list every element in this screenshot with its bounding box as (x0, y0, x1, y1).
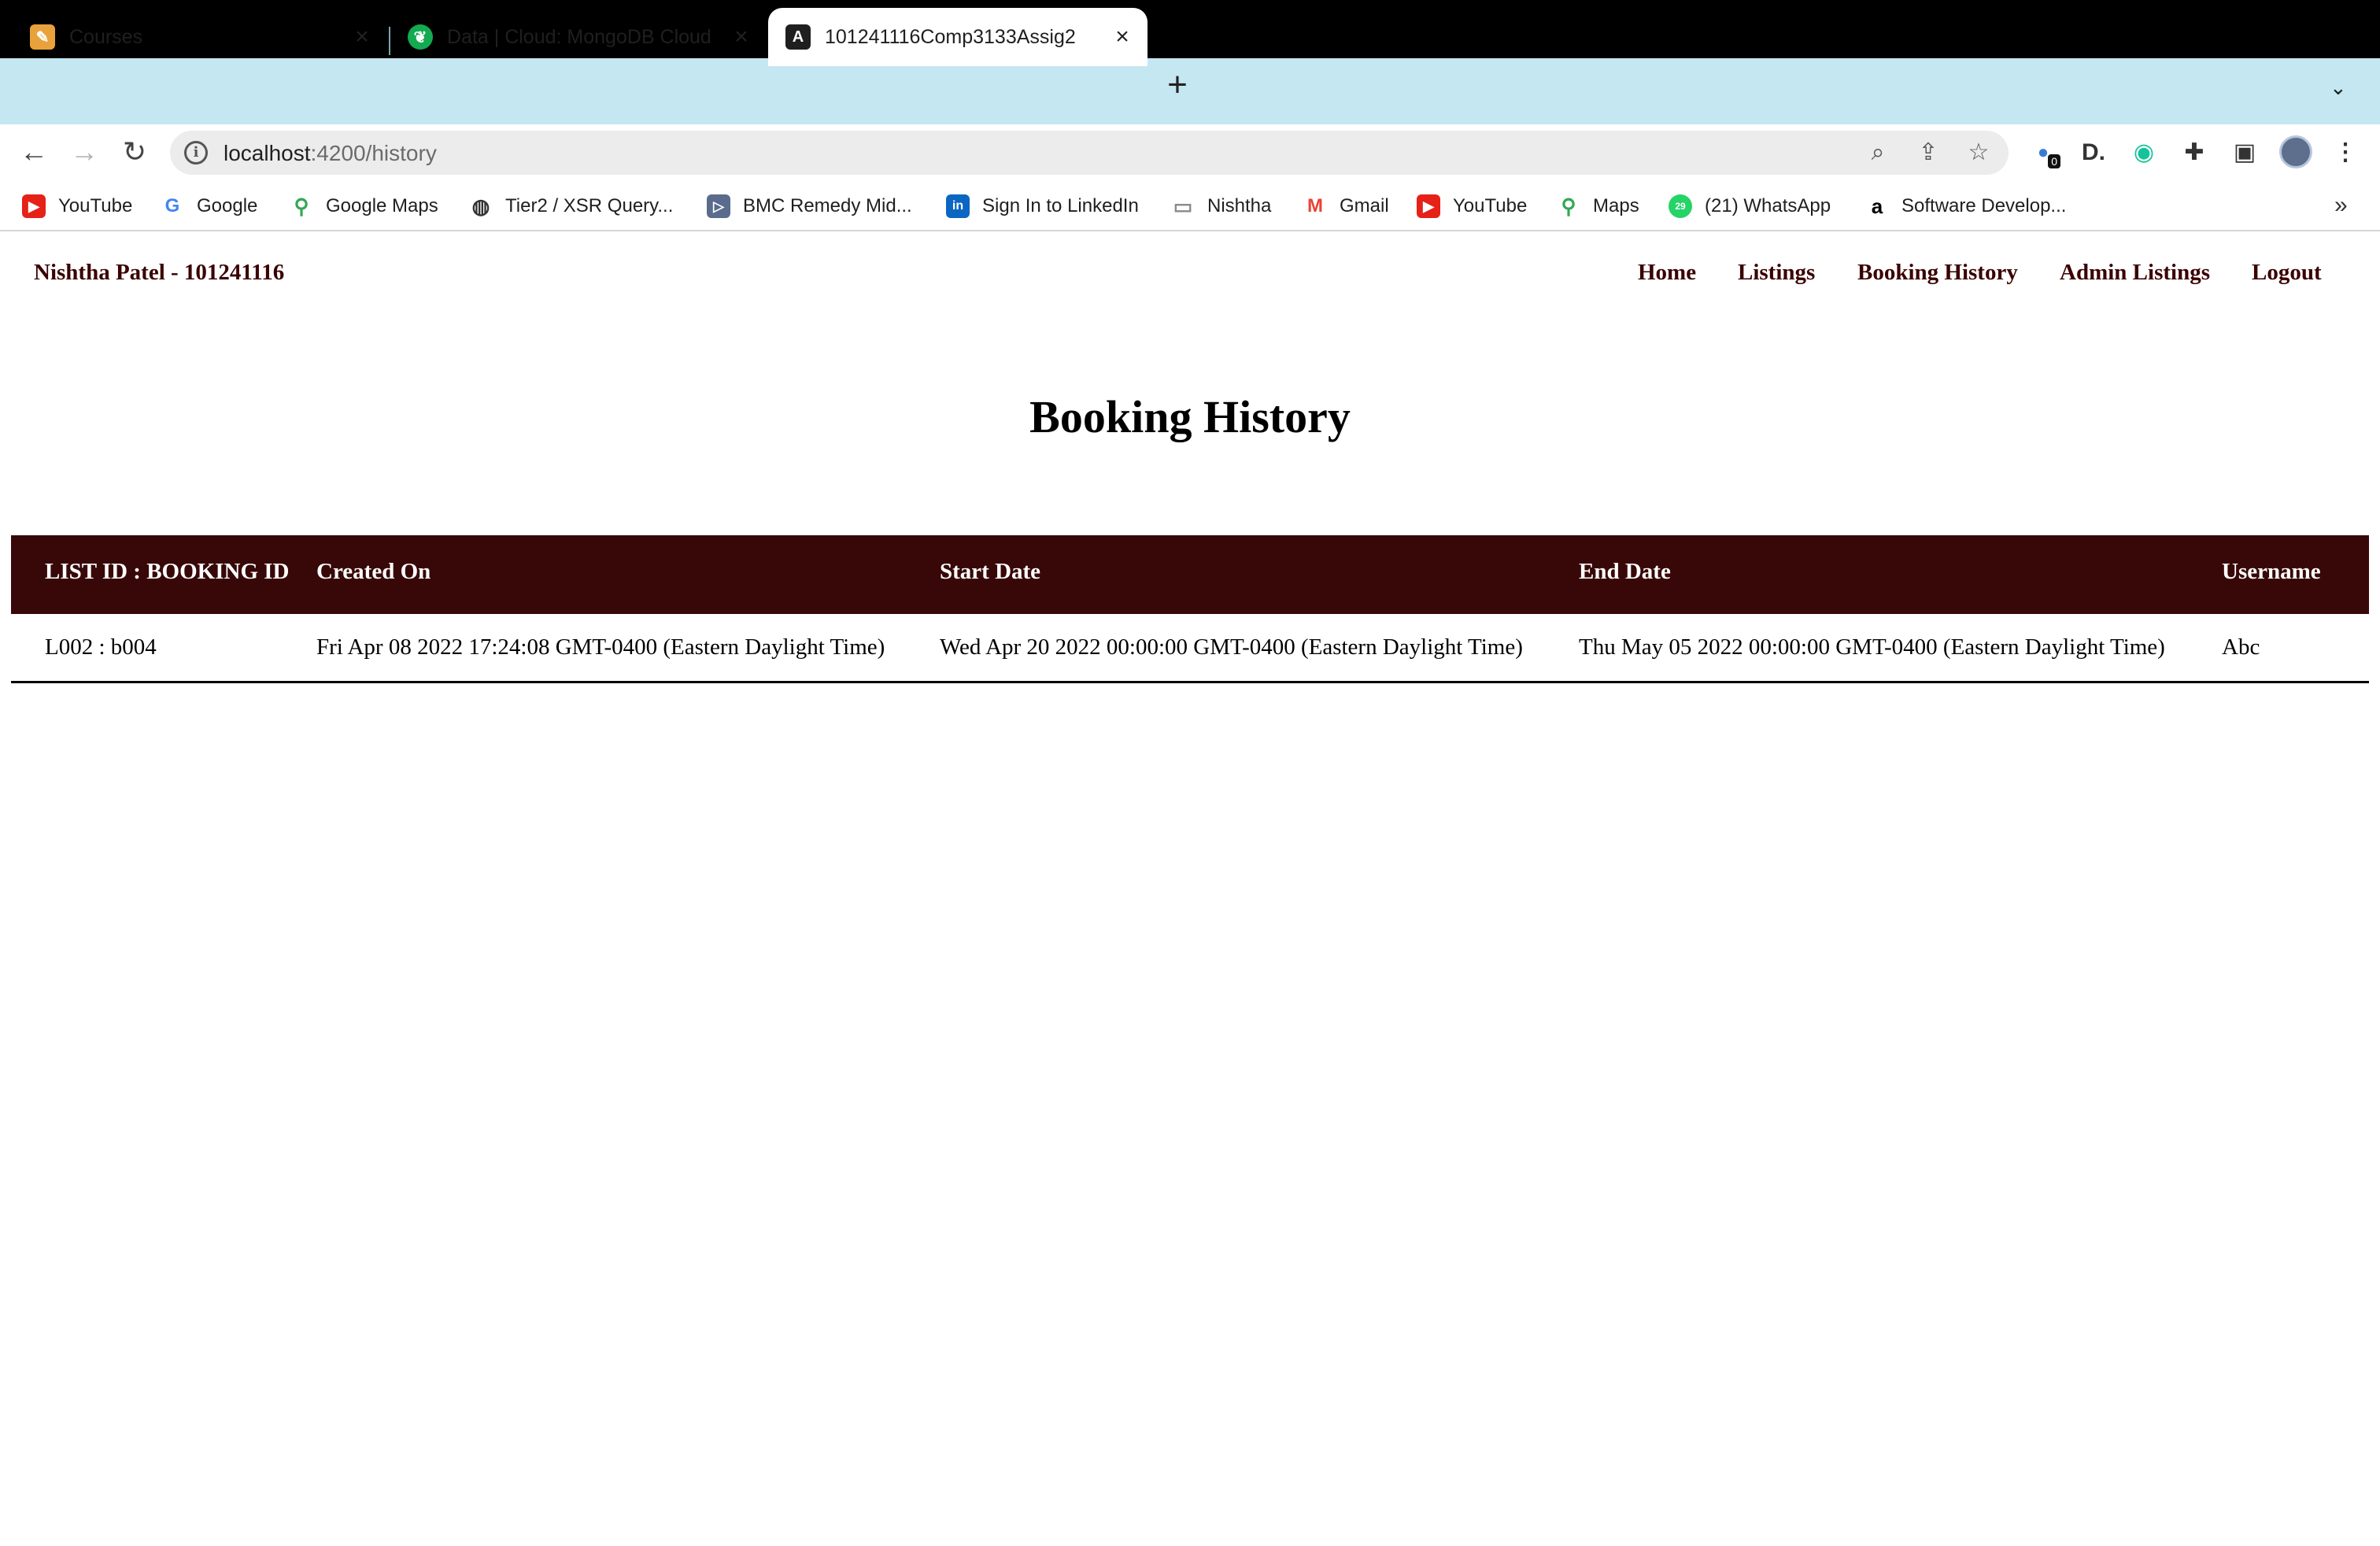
bookmark-label: Google Maps (326, 195, 438, 216)
nav-admin-listings[interactable]: Admin Listings (2060, 260, 2210, 286)
page-title: Booking History (1029, 391, 1351, 442)
bookmark-label: Software Develop... (1901, 195, 2067, 216)
address-bar[interactable]: i localhost:4200/history ⌕ ⇪ ☆ (170, 131, 2009, 175)
info-icon[interactable]: i (184, 141, 208, 165)
cell-username: Abc (2222, 634, 2260, 660)
maps-pin-icon: ⚲ (290, 194, 313, 218)
bookmark-google-maps[interactable]: ⚲ Google Maps (290, 192, 438, 220)
reload-button[interactable]: ↻ (115, 132, 154, 172)
web-page: Nishtha Patel - 101241116 Home Listings … (0, 233, 2380, 1546)
column-header-start-date: Start Date (940, 559, 1041, 584)
youtube-icon: ▶ (22, 194, 46, 218)
browser-toolbar: ← → ↻ i localhost:4200/history ⌕ ⇪ ☆ (0, 124, 2380, 181)
bookmark-linkedin[interactable]: in Sign In to LinkedIn (946, 192, 1139, 220)
url-text[interactable]: localhost:4200/history (224, 141, 437, 166)
nav-listings[interactable]: Listings (1738, 260, 1815, 286)
bookmark-label: Maps (1593, 195, 1639, 216)
forward-button[interactable]: → (65, 132, 104, 172)
url-path: :4200/history (310, 141, 437, 165)
extension-badge: 0 (2048, 154, 2060, 168)
column-header-username: Username (2222, 559, 2321, 584)
tab-title: 101241116Comp3133Assig2 (825, 25, 1076, 48)
column-header-created-on: Created On (316, 559, 431, 584)
bookmark-label: Nishtha (1207, 195, 1272, 216)
bookmark-whatsapp[interactable]: 29 (21) WhatsApp (1669, 192, 1831, 220)
cell-created-on: Fri Apr 08 2022 17:24:08 GMT-0400 (Easte… (316, 634, 885, 660)
tab-title: Courses (69, 25, 143, 48)
bookmark-label: YouTube (58, 195, 133, 216)
bookmark-label: Sign In to LinkedIn (982, 195, 1139, 216)
site-brand: Nishtha Patel - 101241116 (34, 260, 285, 285)
profile-avatar[interactable] (2279, 135, 2312, 168)
back-button[interactable]: ← (14, 132, 54, 172)
side-panel-icon[interactable]: ▣ (2229, 137, 2260, 168)
amazon-icon: a (1865, 194, 1889, 218)
grammarly-icon[interactable]: ◉ (2128, 137, 2160, 168)
tab-title: Data | Cloud: MongoDB Cloud (447, 25, 711, 48)
table-row: L002 : b004 Fri Apr 08 2022 17:24:08 GMT… (11, 614, 2369, 683)
folder-icon: ▭ (1171, 194, 1195, 218)
dashlane-icon[interactable]: D. (2078, 137, 2109, 168)
close-icon[interactable]: × (726, 24, 757, 50)
share-icon[interactable]: ⇪ (1914, 139, 1942, 167)
tab-courses[interactable]: ✎ Courses × (0, 8, 387, 66)
bookmark-label: Google (197, 195, 258, 216)
extensions-puzzle-icon[interactable]: ✚ (2179, 137, 2210, 168)
bookmarks-bar: ▶ YouTube G Google ⚲ Google Maps ◍ Tier2 / X… (0, 181, 2380, 231)
chevron-down-icon[interactable]: ⌄ (2330, 76, 2347, 100)
nav-home[interactable]: Home (1638, 260, 1696, 286)
bookmark-tier2[interactable]: ◍ Tier2 / XSR Query... (469, 192, 673, 220)
bookmark-youtube[interactable]: ▶ YouTube (22, 192, 132, 220)
bookmark-folder-nishtha[interactable]: ▭ Nishtha (1171, 192, 1271, 220)
bookmark-maps[interactable]: ⚲ Maps (1557, 192, 1639, 220)
cell-list-booking-id: L002 : b004 (45, 634, 157, 660)
angular-icon: A (785, 24, 811, 50)
mongodb-leaf-icon: ❦ (408, 24, 433, 50)
whatsapp-badge: 29 (1675, 201, 1686, 212)
url-host: localhost (224, 141, 311, 165)
cell-start-date: Wed Apr 20 2022 00:00:00 GMT-0400 (Easte… (940, 634, 1523, 660)
bookmark-software-develop[interactable]: a Software Develop... (1865, 192, 2066, 220)
zoom-icon[interactable]: ⌕ (1864, 139, 1892, 167)
bookmark-youtube-2[interactable]: ▶ YouTube (1417, 192, 1527, 220)
bmc-icon: ▷ (707, 194, 730, 218)
column-header-end-date: End Date (1579, 559, 1671, 584)
new-tab-button[interactable]: + (1160, 68, 1195, 104)
whatsapp-icon: 29 (1669, 194, 1692, 218)
bookmark-bmc[interactable]: ▷ BMC Remedy Mid... (707, 192, 912, 220)
star-icon[interactable]: ☆ (1964, 139, 1993, 167)
google-icon: G (161, 194, 184, 218)
gmail-icon: M (1303, 194, 1327, 218)
extension-counter-icon[interactable]: ● 0 (2027, 137, 2060, 168)
linkedin-icon: in (946, 194, 970, 218)
column-header-list-booking-id: LIST ID : BOOKING ID (45, 559, 290, 584)
kebab-menu-icon[interactable]: ⋮ (2330, 137, 2361, 168)
maps-pin-icon: ⚲ (1557, 194, 1580, 218)
pencil-note-icon: ✎ (30, 24, 55, 50)
tab-angular-app[interactable]: A 101241116Comp3133Assig2 × (768, 8, 1148, 66)
table-header: LIST ID : BOOKING ID Created On Start Da… (11, 535, 2369, 614)
bookmark-label: Gmail (1340, 195, 1389, 216)
cell-end-date: Thu May 05 2022 00:00:00 GMT-0400 (Easte… (1579, 634, 2165, 660)
nav-booking-history[interactable]: Booking History (1857, 260, 2018, 286)
more-bookmarks-icon[interactable]: » (2334, 192, 2348, 219)
bookmark-google[interactable]: G Google (161, 192, 257, 220)
nav-logout[interactable]: Logout (2252, 260, 2322, 286)
tab-mongodb[interactable]: ❦ Data | Cloud: MongoDB Cloud × (390, 8, 767, 66)
bookmark-label: BMC Remedy Mid... (743, 195, 912, 216)
globe-icon: ◍ (469, 194, 493, 218)
youtube-icon: ▶ (1417, 194, 1440, 218)
bookmark-label: Tier2 / XSR Query... (505, 195, 674, 216)
bookmark-label: YouTube (1453, 195, 1528, 216)
close-icon[interactable]: × (1107, 24, 1138, 50)
bookmark-label: (21) WhatsApp (1705, 195, 1831, 216)
close-icon[interactable]: × (346, 24, 378, 50)
bookmark-gmail[interactable]: M Gmail (1303, 192, 1389, 220)
